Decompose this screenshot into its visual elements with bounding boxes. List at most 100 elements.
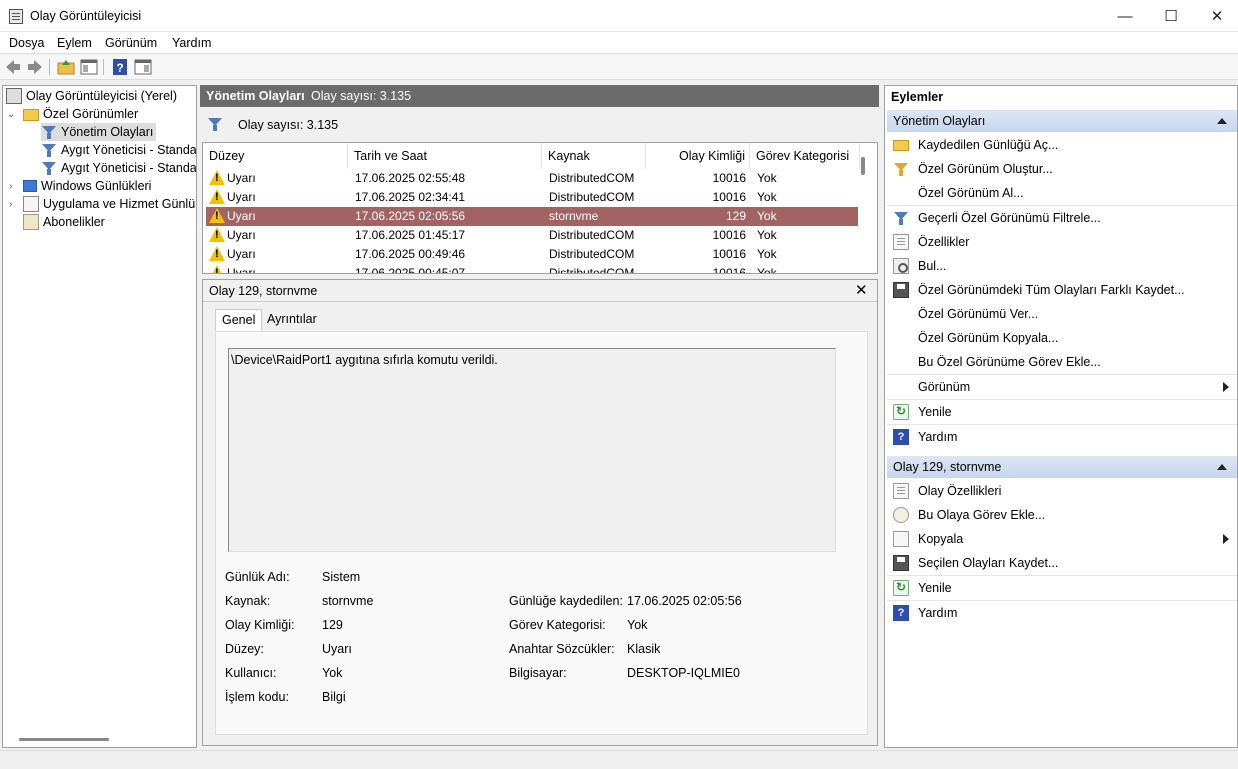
column-header-task-category[interactable]: Görev Kategorisi [750, 143, 860, 169]
minimize-button[interactable]: — [1102, 0, 1148, 32]
field-label-opcode: İşlem kodu: [225, 690, 289, 704]
field-value-event-id: 129 [322, 618, 343, 632]
table-row[interactable]: Uyarı 17.06.2025 02:34:41 DistributedCOM… [206, 188, 858, 207]
action-import-custom-view[interactable]: Özel Görünüm Al... [887, 181, 1237, 205]
cell-event-id: 10016 [712, 266, 746, 274]
collapse-up-icon[interactable] [1217, 118, 1227, 124]
action-help[interactable]: ? Yardım [887, 425, 1237, 449]
filter-icon [893, 210, 909, 226]
help-icon[interactable]: ? [111, 58, 129, 76]
action-save-all-events[interactable]: Özel Görünümdeki Tüm Olayları Farklı Kay… [887, 278, 1237, 302]
field-value-keywords: Klasik [627, 642, 661, 656]
action-export-custom-view[interactable]: Özel Görünümü Ver... [887, 302, 1237, 326]
table-row[interactable]: Uyarı 17.06.2025 02:55:48 DistributedCOM… [206, 169, 858, 188]
action-label: Yenile [918, 581, 952, 595]
menu-file[interactable]: Dosya [9, 36, 44, 50]
action-label: Geçerli Özel Görünümü Filtrele... [918, 211, 1101, 225]
table-row[interactable]: Uyarı 17.06.2025 01:45:17 DistributedCOM… [206, 226, 858, 245]
tab-general[interactable]: Genel [215, 309, 263, 331]
action-refresh-event[interactable]: Yenile [887, 576, 1237, 600]
cell-source: DistributedCOM [549, 190, 635, 204]
close-button[interactable]: ✕ [1194, 0, 1238, 32]
action-view-submenu[interactable]: Görünüm [887, 375, 1237, 399]
tree-item-custom-views[interactable]: ⌄ Özel Görünümler [7, 105, 138, 123]
tree-item-windows-logs[interactable]: › Windows Günlükleri [7, 177, 151, 195]
actions-section-admin-events[interactable]: Yönetim Olayları [887, 110, 1237, 132]
table-row[interactable]: Uyarı 17.06.2025 00:49:46 DistributedCOM… [206, 245, 858, 264]
action-label: Yenile [918, 405, 952, 419]
events-pane-title: Yönetim Olayları [206, 89, 305, 103]
column-header-event-id[interactable]: Olay Kimliği [646, 143, 750, 169]
tree-item-device-manager-1[interactable]: Aygıt Yöneticisi - Standart [41, 141, 196, 159]
divider [203, 301, 877, 302]
cell-source: DistributedCOM [549, 228, 635, 242]
tree-item-app-service-logs[interactable]: › Uygulama ve Hizmet Günlükleri [7, 195, 196, 213]
event-message-box[interactable]: \Device\RaidPort1 aygıtına sıfırla komut… [228, 348, 836, 552]
vertical-scrollbar[interactable] [861, 157, 865, 175]
column-header-level[interactable]: Düzey [203, 143, 348, 169]
folder-up-icon[interactable] [57, 58, 75, 76]
action-refresh[interactable]: Yenile [887, 400, 1237, 424]
action-label: Olay Özellikleri [918, 484, 1002, 498]
cell-source: stornvme [549, 209, 599, 223]
section-title: Olay 129, stornvme [893, 460, 1002, 474]
maximize-button[interactable]: ☐ [1148, 0, 1194, 32]
back-arrow-icon[interactable] [4, 58, 22, 76]
cell-event-id: 10016 [712, 228, 746, 242]
menu-action[interactable]: Eylem [57, 36, 92, 50]
tree-label-windows-logs: Windows Günlükleri [41, 179, 152, 193]
action-find[interactable]: Bul... [887, 254, 1237, 278]
close-icon[interactable]: ✕ [855, 281, 868, 299]
actions-header: Eylemler [891, 90, 944, 104]
table-row-selected[interactable]: Uyarı 17.06.2025 02:05:56 stornvme 129 Y… [206, 207, 858, 226]
column-header-source[interactable]: Kaynak [542, 143, 646, 169]
tree-item-admin-events[interactable]: Yönetim Olayları [41, 123, 157, 141]
collapse-up-icon[interactable] [1217, 464, 1227, 470]
filter-icon [41, 124, 57, 140]
field-value-user: Yok [322, 666, 343, 680]
action-copy-submenu[interactable]: Kopyala [887, 527, 1237, 551]
action-copy-custom-view[interactable]: Özel Görünüm Kopyala... [887, 326, 1237, 350]
warning-icon [209, 170, 225, 185]
chevron-right-icon[interactable]: › [9, 199, 12, 210]
action-attach-task-to-event[interactable]: Bu Olaya Görev Ekle... [887, 503, 1237, 527]
menu-help[interactable]: Yardım [172, 36, 211, 50]
submenu-arrow-icon [1223, 382, 1229, 392]
forward-arrow-icon[interactable] [26, 58, 44, 76]
show-hide-tree-icon[interactable] [80, 58, 98, 76]
menu-view[interactable]: Görünüm [105, 36, 157, 50]
actions-section-event[interactable]: Olay 129, stornvme [887, 456, 1237, 478]
tab-details[interactable]: Ayrıntılar [261, 309, 323, 331]
tree-item-subscriptions[interactable]: Abonelikler [23, 213, 105, 231]
field-label-event-id: Olay Kimliği: [225, 618, 295, 632]
action-label: Özel Görünümdeki Tüm Olayları Farklı Kay… [918, 283, 1185, 297]
chevron-right-icon[interactable]: › [9, 181, 12, 192]
cell-source: DistributedCOM [549, 247, 635, 261]
field-value-level: Uyarı [322, 642, 352, 656]
action-create-custom-view[interactable]: Özel Görünüm Oluştur... [887, 157, 1237, 181]
horizontal-scrollbar[interactable] [19, 738, 109, 741]
folder-icon [23, 109, 39, 121]
field-label-logged: Günlüğe kaydedilen: [509, 594, 623, 608]
tree-item-device-manager-2[interactable]: Aygıt Yöneticisi - Standart [41, 159, 196, 177]
show-hide-action-pane-icon[interactable] [134, 58, 152, 76]
table-row[interactable]: Uyarı 17.06.2025 00:45:07 DistributedCOM… [206, 264, 858, 274]
action-help-event[interactable]: ? Yardım [887, 601, 1237, 625]
action-filter-current-view[interactable]: Geçerli Özel Görünümü Filtrele... [887, 206, 1237, 230]
field-value-computer: DESKTOP-IQLMIE0 [627, 666, 740, 680]
tree-item-root[interactable]: Olay Görüntüleyicisi (Yerel) [6, 87, 177, 105]
submenu-arrow-icon [1223, 534, 1229, 544]
action-open-saved-log[interactable]: Kaydedilen Günlüğü Aç... [887, 133, 1237, 157]
status-bar [0, 750, 1238, 769]
menu-bar: Dosya Eylem Görünüm Yardım [0, 32, 1238, 54]
action-properties[interactable]: Özellikler [887, 230, 1237, 254]
column-header-date[interactable]: Tarih ve Saat [348, 143, 542, 169]
cell-date: 17.06.2025 00:49:46 [355, 247, 466, 261]
action-event-properties[interactable]: Olay Özellikleri [887, 479, 1237, 503]
action-save-selected-events[interactable]: Seçilen Olayları Kaydet... [887, 551, 1237, 575]
filter-icon [41, 160, 57, 176]
chevron-down-icon[interactable]: ⌄ [7, 109, 15, 120]
help-icon: ? [893, 429, 909, 445]
subscriptions-icon [23, 214, 39, 230]
action-attach-task-to-view[interactable]: Bu Özel Görünüme Görev Ekle... [887, 350, 1237, 374]
